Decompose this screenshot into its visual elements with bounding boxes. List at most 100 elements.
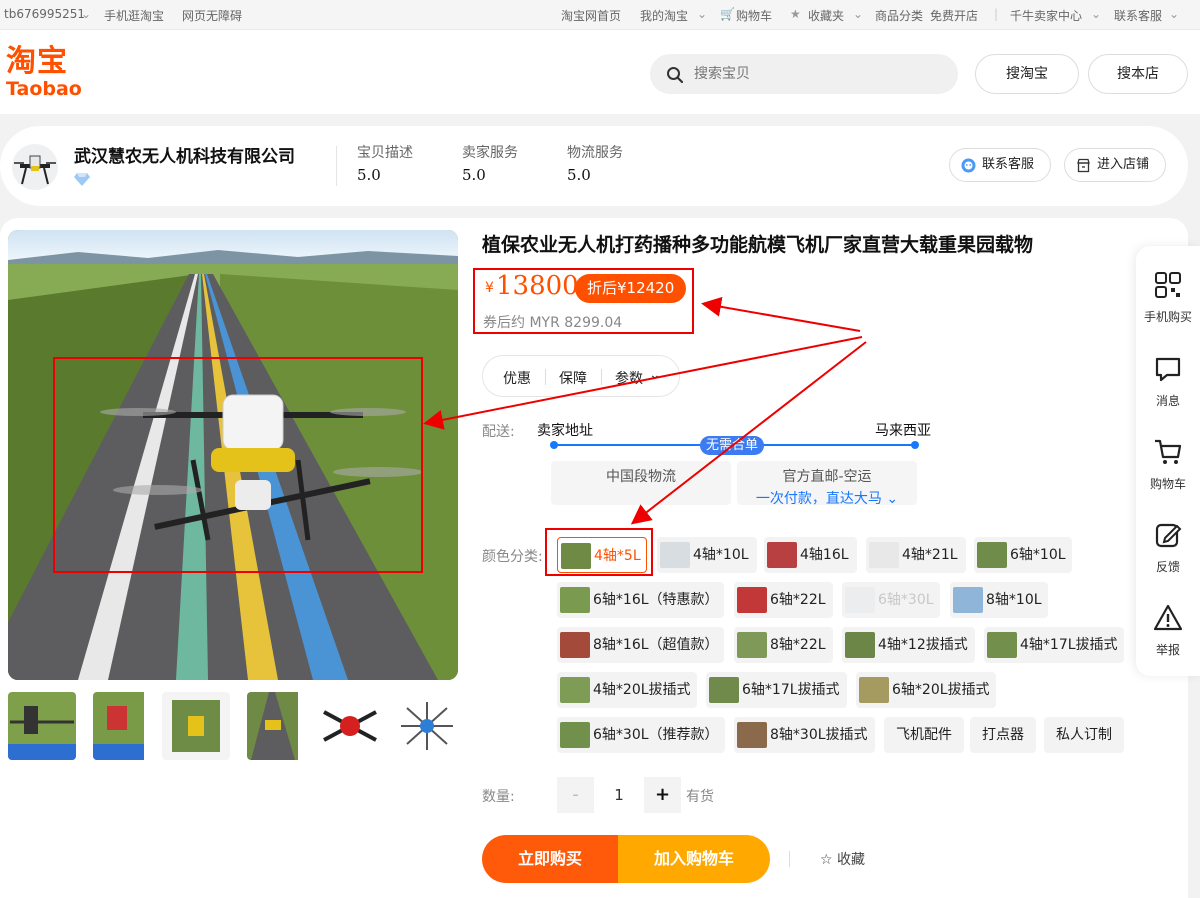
variant-option[interactable]: 打点器 xyxy=(970,717,1036,753)
search-box[interactable] xyxy=(650,54,958,94)
variant-option[interactable]: 6轴*16L（特惠款） xyxy=(557,582,724,618)
shipping-label: 配送: xyxy=(482,424,515,440)
variant-option[interactable]: 4轴*10L xyxy=(657,537,757,573)
accessibility-link[interactable]: 网页无障碍 xyxy=(182,7,242,24)
qr-code-icon xyxy=(1155,272,1181,298)
divider xyxy=(789,851,790,867)
shipping-option-label: 官方直邮-空运 xyxy=(782,469,872,485)
variant-option[interactable]: 6轴*30L（推荐款） xyxy=(557,717,725,753)
my-taobao-link[interactable]: 我的淘宝 xyxy=(640,7,688,24)
contact-service-button[interactable]: 联系客服 xyxy=(949,148,1051,182)
variant-option[interactable]: 8轴*10L xyxy=(950,582,1048,618)
top-nav-bar: tb676995251 ⌄ 手机逛淘宝 网页无障碍 淘宝网首页 我的淘宝 ⌄ 🛒… xyxy=(0,0,1200,30)
seller-center-link[interactable]: 千牛卖家中心 xyxy=(1010,7,1082,24)
chevron-down-icon[interactable]: ⌄ xyxy=(1169,7,1179,21)
sidebar-item-feedback[interactable]: 反馈 xyxy=(1136,520,1200,590)
info-tabs: 优惠 保障 参数 ⌄ xyxy=(482,355,680,397)
variant-option[interactable]: 6轴*20L拔插式 xyxy=(856,672,996,708)
product-main-image[interactable] xyxy=(8,230,458,680)
shipping-option-air[interactable]: 官方直邮-空运 一次付款，直达大马 ⌄ xyxy=(737,461,917,507)
thumbnail-image[interactable] xyxy=(247,692,315,760)
shop-name[interactable]: 武汉慧农无人机科技有限公司 xyxy=(74,142,295,167)
variant-option[interactable]: 8轴*22L xyxy=(734,627,833,663)
search-input[interactable] xyxy=(694,54,944,94)
variant-option[interactable]: 私人订制 xyxy=(1044,717,1124,753)
add-to-cart-button[interactable]: 加入购物车 xyxy=(618,835,770,883)
thumbnail-image[interactable] xyxy=(162,692,230,760)
chevron-down-icon: ⌄ xyxy=(881,491,899,507)
thumbnail-image[interactable] xyxy=(316,692,384,760)
product-title: 植保农业无人机打药播种多功能航模飞机厂家直营大载重果园载物 xyxy=(482,234,1034,256)
sidebar-item-mobile-buy[interactable]: 手机购买 xyxy=(1136,270,1200,340)
buy-now-button[interactable]: 立即购买 xyxy=(482,835,618,883)
chevron-down-icon[interactable]: ⌄ xyxy=(649,367,661,383)
header: 淘宝 Taobao 搜淘宝 搜本店 xyxy=(0,30,1200,114)
divider xyxy=(336,146,337,186)
cart-link[interactable]: 购物车 xyxy=(736,7,772,24)
quantity-minus-button[interactable]: - xyxy=(557,777,594,813)
product-price: 13800 xyxy=(496,271,579,301)
search-icon xyxy=(667,67,684,84)
variant-option[interactable]: 4轴*5L xyxy=(557,537,647,573)
search-shop-button[interactable]: 搜本店 xyxy=(1088,54,1188,94)
tab-parameters[interactable]: 参数 xyxy=(615,368,643,388)
shipping-option-china[interactable]: 中国段物流 xyxy=(551,461,731,505)
shop-avatar[interactable] xyxy=(12,144,58,190)
divider xyxy=(601,369,602,385)
chevron-down-icon[interactable]: ⌄ xyxy=(1091,7,1101,21)
star-outline-icon: ☆ xyxy=(820,852,833,868)
variant-option[interactable]: 4轴*21L xyxy=(866,537,966,573)
cart-icon xyxy=(1155,439,1182,464)
home-link[interactable]: 淘宝网首页 xyxy=(561,7,621,24)
quantity-plus-button[interactable]: + xyxy=(644,777,681,813)
favorites-link[interactable]: 收藏夹 xyxy=(808,7,844,24)
sidebar-item-report[interactable]: 举报 xyxy=(1136,603,1200,673)
contact-service-link[interactable]: 联系客服 xyxy=(1114,7,1162,24)
search-taobao-button[interactable]: 搜淘宝 xyxy=(975,54,1079,94)
enter-shop-button[interactable]: 进入店铺 xyxy=(1064,148,1166,182)
chevron-down-icon[interactable]: ⌄ xyxy=(697,7,707,21)
variant-option[interactable]: 6轴*17L拔插式 xyxy=(706,672,847,708)
variant-option[interactable]: 飞机配件 xyxy=(884,717,964,753)
quantity-input[interactable]: 1 xyxy=(596,777,642,813)
open-shop-link[interactable]: 免费开店 xyxy=(930,7,978,24)
thumbnail-image[interactable] xyxy=(93,692,161,760)
edit-icon xyxy=(1155,523,1182,548)
score-label: 宝贝描述 xyxy=(357,145,413,161)
score-label: 卖家服务 xyxy=(462,145,518,161)
mobile-taobao-link[interactable]: 手机逛淘宝 xyxy=(104,7,164,24)
chevron-down-icon[interactable]: ⌄ xyxy=(853,7,863,21)
variant-option[interactable]: 4轴*17L拔插式 xyxy=(984,627,1124,663)
variant-option-disabled: 6轴*30L xyxy=(842,582,940,618)
variant-option[interactable]: 4轴*12拔插式 xyxy=(842,627,975,663)
cart-icon: 🛒 xyxy=(720,7,735,21)
variant-option[interactable]: 4轴*20L拔插式 xyxy=(557,672,697,708)
favorite-button[interactable]: ☆ 收藏 xyxy=(820,849,865,869)
shipping-option-label: 中国段物流 xyxy=(606,469,676,485)
tab-guarantee[interactable]: 保障 xyxy=(559,368,587,388)
quantity-label: 数量: xyxy=(482,789,515,805)
thumbnail-image[interactable] xyxy=(393,692,461,760)
taobao-logo[interactable]: 淘宝 Taobao xyxy=(6,44,96,104)
right-sidebar: 手机购买 消息 购物车 反馈 举报 xyxy=(1136,246,1200,676)
ship-to[interactable]: 马来西亚 xyxy=(875,420,931,440)
price-box: ¥ 13800 折后¥12420 券后约 MYR 8299.04 xyxy=(473,268,694,334)
shop-info-bar: 武汉慧农无人机科技有限公司 宝贝描述 5.0 卖家服务 5.0 物流服务 5.0… xyxy=(0,126,1188,206)
message-icon xyxy=(1155,357,1181,382)
variant-option[interactable]: 8轴*30L拔插式 xyxy=(734,717,875,753)
variant-option[interactable]: 6轴*22L xyxy=(734,582,833,618)
categories-link[interactable]: 商品分类 xyxy=(875,7,923,24)
score-label: 物流服务 xyxy=(567,145,623,161)
variant-option[interactable]: 8轴*16L（超值款） xyxy=(557,627,724,663)
variant-option[interactable]: 6轴*10L xyxy=(974,537,1072,573)
discount-price-badge: 折后¥12420 xyxy=(575,274,687,303)
thumbnail-image[interactable] xyxy=(8,692,76,760)
tab-promotion[interactable]: 优惠 xyxy=(503,368,531,388)
variant-option[interactable]: 4轴16L xyxy=(764,537,857,573)
sidebar-item-cart[interactable]: 购物车 xyxy=(1136,437,1200,507)
sidebar-item-messages[interactable]: 消息 xyxy=(1136,354,1200,424)
warning-icon xyxy=(1153,604,1183,631)
ship-from: 卖家地址 xyxy=(537,423,593,439)
username-link[interactable]: tb676995251 xyxy=(4,7,85,21)
chevron-down-icon[interactable]: ⌄ xyxy=(81,7,91,21)
